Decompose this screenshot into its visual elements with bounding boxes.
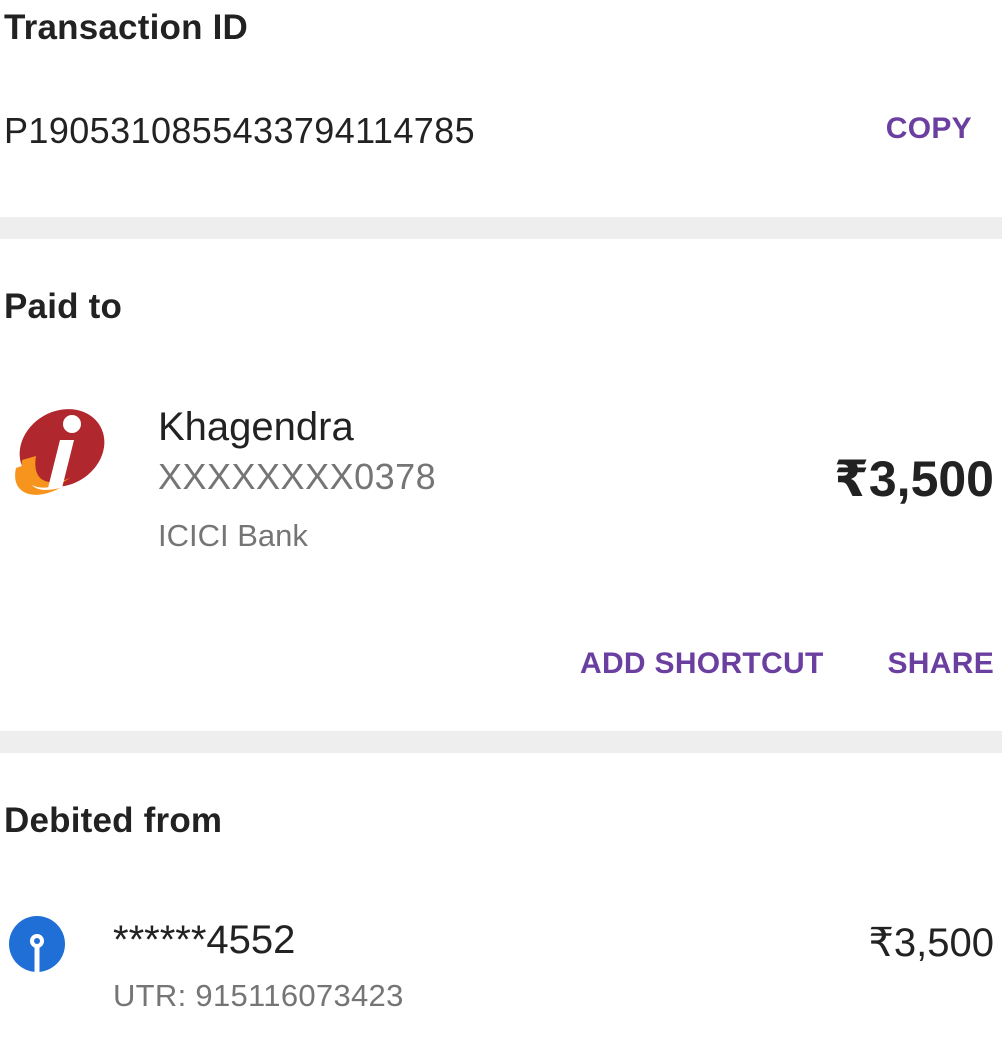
icici-bank-logo-icon (15, 409, 105, 495)
transaction-id-heading: Transaction ID (4, 8, 248, 47)
section-divider (0, 217, 1002, 239)
payee-bank-name: ICICI Bank (158, 518, 308, 553)
debit-account-number: ******4552 (113, 918, 296, 962)
section-divider (0, 731, 1002, 753)
payee-name: Khagendra (158, 405, 354, 449)
transaction-id-section: Transaction ID P1905310855433794114785 C… (0, 0, 1002, 217)
paid-to-heading: Paid to (4, 287, 123, 326)
paid-amount: ₹3,500 (834, 451, 994, 507)
utr-number: UTR: 915116073423 (113, 978, 404, 1013)
sbi-bank-logo-icon (9, 916, 65, 972)
debited-amount: ₹3,500 (868, 921, 994, 965)
copy-button[interactable]: COPY (886, 112, 972, 146)
transaction-id-value: P1905310855433794114785 (4, 110, 476, 151)
debited-from-heading: Debited from (4, 801, 223, 840)
share-button[interactable]: SHARE (887, 647, 994, 681)
payee-account-number: XXXXXXXX0378 (158, 456, 437, 497)
add-shortcut-button[interactable]: ADD SHORTCUT (580, 647, 824, 681)
